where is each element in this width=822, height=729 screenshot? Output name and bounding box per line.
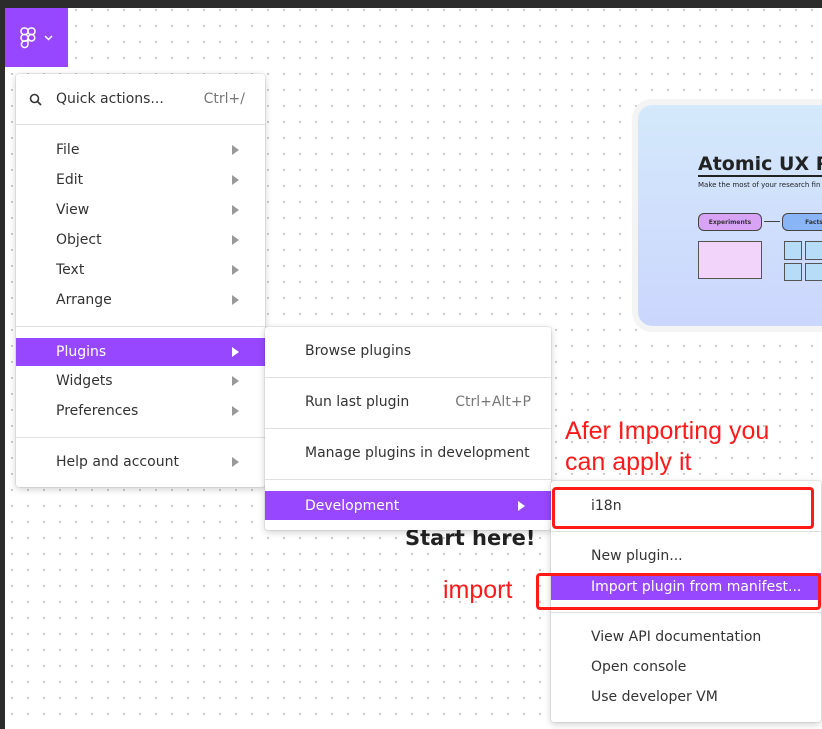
menu-item-text[interactable]: Text [16, 256, 265, 284]
chevron-down-icon [44, 34, 53, 41]
template-card[interactable]: Atomic UX Re Make the most of your resea… [638, 105, 822, 326]
browse-plugins-item[interactable]: Browse plugins [265, 337, 551, 365]
annotation-note-line2: can apply it [565, 448, 692, 476]
menu-item-help[interactable]: Help and account [16, 448, 265, 476]
main-menu: Quick actions... Ctrl+/ File Edit View O… [16, 74, 265, 487]
divider [265, 377, 551, 378]
submenu-arrow-icon [232, 347, 239, 357]
sticky-notes [784, 241, 822, 281]
annotation-note-line1: Afer Importing you [565, 417, 770, 445]
quick-actions-item[interactable]: Quick actions... Ctrl+/ [16, 85, 265, 113]
divider [551, 531, 821, 532]
note-shape [698, 241, 762, 279]
development-item[interactable]: Development [265, 491, 551, 520]
divider [551, 612, 821, 613]
plugins-submenu: Browse plugins Run last plugin Ctrl+Alt+P… [265, 327, 551, 530]
developer-vm-item[interactable]: Use developer VM [551, 683, 821, 711]
figma-logo-icon [20, 26, 36, 48]
arrow-icon [764, 221, 780, 222]
menu-item-object[interactable]: Object [16, 226, 265, 254]
highlight-box-import [536, 573, 821, 610]
view-api-docs-item[interactable]: View API documentation [551, 623, 821, 651]
submenu-arrow-icon [232, 175, 239, 185]
menu-item-plugins[interactable]: Plugins [16, 338, 265, 366]
divider [16, 326, 265, 327]
submenu-arrow-icon [232, 295, 239, 305]
open-console-item[interactable]: Open console [551, 653, 821, 681]
submenu-arrow-icon [232, 376, 239, 386]
search-icon [29, 93, 42, 106]
card-subtitle: Make the most of your research fin [698, 181, 821, 189]
divider [16, 124, 265, 125]
menu-item-edit[interactable]: Edit [16, 166, 265, 194]
divider [265, 428, 551, 429]
submenu-arrow-icon [232, 265, 239, 275]
submenu-arrow-icon [232, 145, 239, 155]
divider [16, 437, 265, 438]
run-last-plugin-item[interactable]: Run last plugin Ctrl+Alt+P [265, 388, 551, 416]
menu-item-view[interactable]: View [16, 196, 265, 224]
submenu-arrow-icon [232, 235, 239, 245]
divider [265, 479, 551, 480]
highlight-box-i18n [552, 487, 814, 529]
card-node-experiments: Experiments [698, 213, 762, 231]
submenu-arrow-icon [232, 457, 239, 467]
submenu-arrow-icon [518, 500, 525, 511]
menu-item-arrange[interactable]: Arrange [16, 286, 265, 314]
menu-item-preferences[interactable]: Preferences [16, 397, 265, 425]
main-menu-button[interactable] [5, 8, 68, 67]
menu-item-file[interactable]: File [16, 136, 265, 164]
left-edge [0, 0, 5, 729]
card-node-facts: Facts [782, 213, 822, 231]
submenu-arrow-icon [232, 205, 239, 215]
top-bar [0, 0, 822, 8]
submenu-arrow-icon [232, 406, 239, 416]
menu-item-widgets[interactable]: Widgets [16, 367, 265, 395]
annotation-import-label: import [443, 576, 513, 604]
manage-plugins-item[interactable]: Manage plugins in development [265, 439, 551, 467]
card-title: Atomic UX Re [698, 153, 822, 177]
new-plugin-item[interactable]: New plugin... [551, 542, 821, 570]
